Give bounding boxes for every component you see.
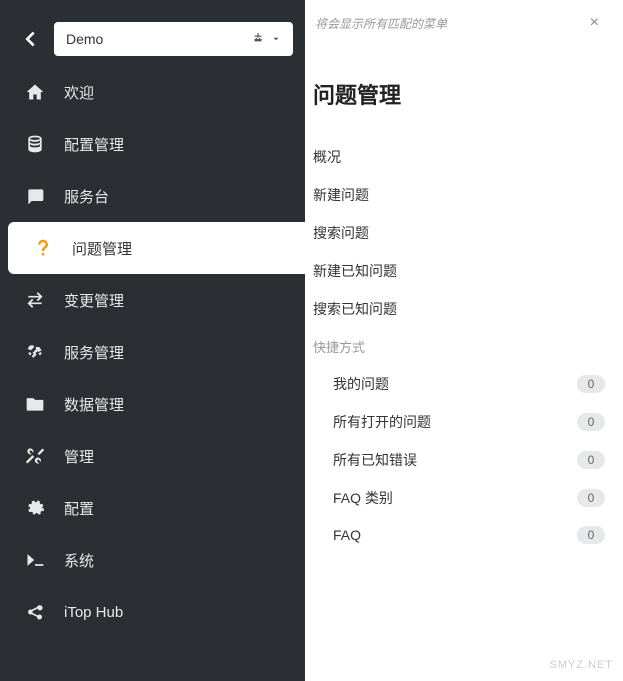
question-icon [32, 237, 54, 259]
count-badge: 0 [577, 375, 605, 393]
shortcut-label: 所有已知错误 [333, 450, 417, 470]
shortcut-faq[interactable]: FAQ 0 [333, 517, 605, 553]
count-badge: 0 [577, 526, 605, 544]
sidebar-item-hub[interactable]: iTop Hub [0, 586, 305, 638]
page-title: 问题管理 [313, 78, 605, 110]
gear-icon [24, 497, 46, 519]
sidebar-item-label: 系统 [64, 550, 94, 571]
sidebar-item-label: 数据管理 [64, 394, 124, 415]
org-selector[interactable]: Demo [54, 22, 293, 56]
shortcut-my-problems[interactable]: 我的问题 0 [333, 365, 605, 403]
shortcut-label: 所有打开的问题 [333, 412, 431, 432]
menu-link-search-known[interactable]: 搜索已知问题 [313, 290, 605, 328]
shortcut-known-errors[interactable]: 所有已知错误 0 [333, 441, 605, 479]
tools-icon [24, 445, 46, 467]
caret-down-icon [271, 34, 281, 44]
sidebar-item-label: 配置管理 [64, 134, 124, 155]
count-badge: 0 [577, 413, 605, 431]
sidebar-item-change[interactable]: 变更管理 [0, 274, 305, 326]
sidebar-item-label: 服务管理 [64, 342, 124, 363]
menu-link-new-known[interactable]: 新建已知问题 [313, 252, 605, 290]
database-icon [24, 133, 46, 155]
shortcuts-heading: 快捷方式 [313, 328, 605, 365]
org-selector-label: Demo [66, 31, 103, 47]
shortcut-label: FAQ 类别 [333, 488, 393, 508]
sidebar-item-problem[interactable]: 问题管理 [8, 222, 305, 274]
sidebar-item-welcome[interactable]: 欢迎 [0, 66, 305, 118]
sidebar-item-config[interactable]: 配置管理 [0, 118, 305, 170]
search-placeholder[interactable]: 将会显示所有匹配的菜单 [315, 15, 447, 32]
terminal-icon [24, 549, 46, 571]
handshake-icon [24, 341, 46, 363]
sidebar-item-label: 服务台 [64, 186, 109, 207]
share-icon [24, 601, 46, 623]
comment-icon [24, 185, 46, 207]
chevron-left-icon [19, 28, 41, 50]
shortcut-faq-category[interactable]: FAQ 类别 0 [333, 479, 605, 517]
exchange-icon [24, 289, 46, 311]
sidebar-item-label: 变更管理 [64, 290, 124, 311]
sidebar-item-system[interactable]: 系统 [0, 534, 305, 586]
folder-icon [24, 393, 46, 415]
sidebar-item-label: 管理 [64, 446, 94, 467]
sidebar-item-service[interactable]: 服务管理 [0, 326, 305, 378]
sidebar-item-label: 欢迎 [64, 82, 94, 103]
shortcut-label: FAQ [333, 527, 361, 543]
sidebar-item-helpdesk[interactable]: 服务台 [0, 170, 305, 222]
count-badge: 0 [577, 489, 605, 507]
sidebar-item-label: 配置 [64, 498, 94, 519]
menu-link-new-problem[interactable]: 新建问题 [313, 176, 605, 214]
close-icon[interactable]: × [590, 14, 599, 32]
sidebar-item-data[interactable]: 数据管理 [0, 378, 305, 430]
home-icon [24, 81, 46, 103]
menu-link-overview[interactable]: 概况 [313, 138, 605, 176]
shortcut-open-problems[interactable]: 所有打开的问题 0 [333, 403, 605, 441]
sitemap-icon [251, 32, 265, 46]
back-button[interactable] [18, 27, 42, 51]
sidebar-item-settings[interactable]: 配置 [0, 482, 305, 534]
sidebar-item-manage[interactable]: 管理 [0, 430, 305, 482]
menu-link-search-problem[interactable]: 搜索问题 [313, 214, 605, 252]
sidebar-item-label: iTop Hub [64, 604, 123, 621]
sidebar-item-label: 问题管理 [72, 238, 132, 259]
shortcut-label: 我的问题 [333, 374, 389, 394]
count-badge: 0 [577, 451, 605, 469]
